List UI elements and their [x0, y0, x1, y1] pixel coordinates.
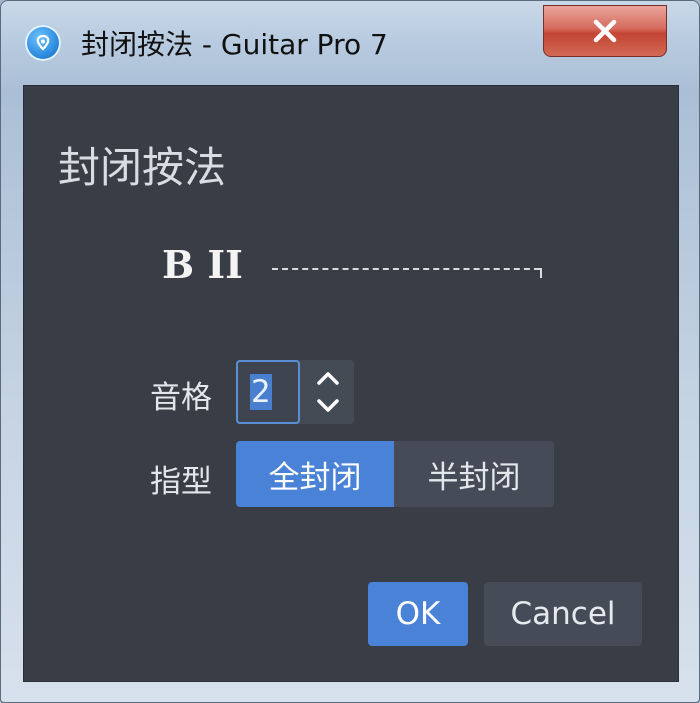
dialog-window: 封闭按法 - Guitar Pro 7 封闭按法 B II 音格 2 指型 全封… — [0, 0, 700, 703]
guitar-pro-icon — [25, 25, 61, 61]
barre-notation: B II — [162, 242, 243, 287]
ok-button[interactable]: OK — [368, 582, 468, 646]
chevron-up-icon — [317, 372, 339, 385]
chevron-down-icon — [317, 399, 339, 412]
cancel-button[interactable]: Cancel — [484, 582, 642, 646]
full-barre-option[interactable]: 全封闭 — [236, 441, 394, 507]
dialog-heading: 封闭按法 — [58, 143, 227, 192]
fret-value: 2 — [250, 374, 272, 410]
finger-type-label: 指型 — [150, 464, 212, 500]
fret-increment-button[interactable] — [308, 364, 348, 392]
fret-spinbox[interactable]: 2 — [236, 360, 354, 424]
title-bar[interactable]: 封闭按法 - Guitar Pro 7 — [1, 1, 699, 85]
fret-label: 音格 — [150, 380, 212, 416]
dialog-content: 封闭按法 B II 音格 2 指型 全封闭 半封闭 OK Cancel — [23, 85, 679, 682]
fret-input[interactable]: 2 — [236, 360, 300, 424]
half-barre-option[interactable]: 半封闭 — [394, 441, 554, 507]
close-button[interactable] — [543, 5, 667, 57]
window-title: 封闭按法 - Guitar Pro 7 — [81, 28, 388, 61]
barre-line-end-tick — [540, 268, 542, 278]
barre-dashed-line — [272, 268, 540, 270]
fret-decrement-button[interactable] — [308, 392, 348, 420]
close-icon — [593, 19, 617, 43]
